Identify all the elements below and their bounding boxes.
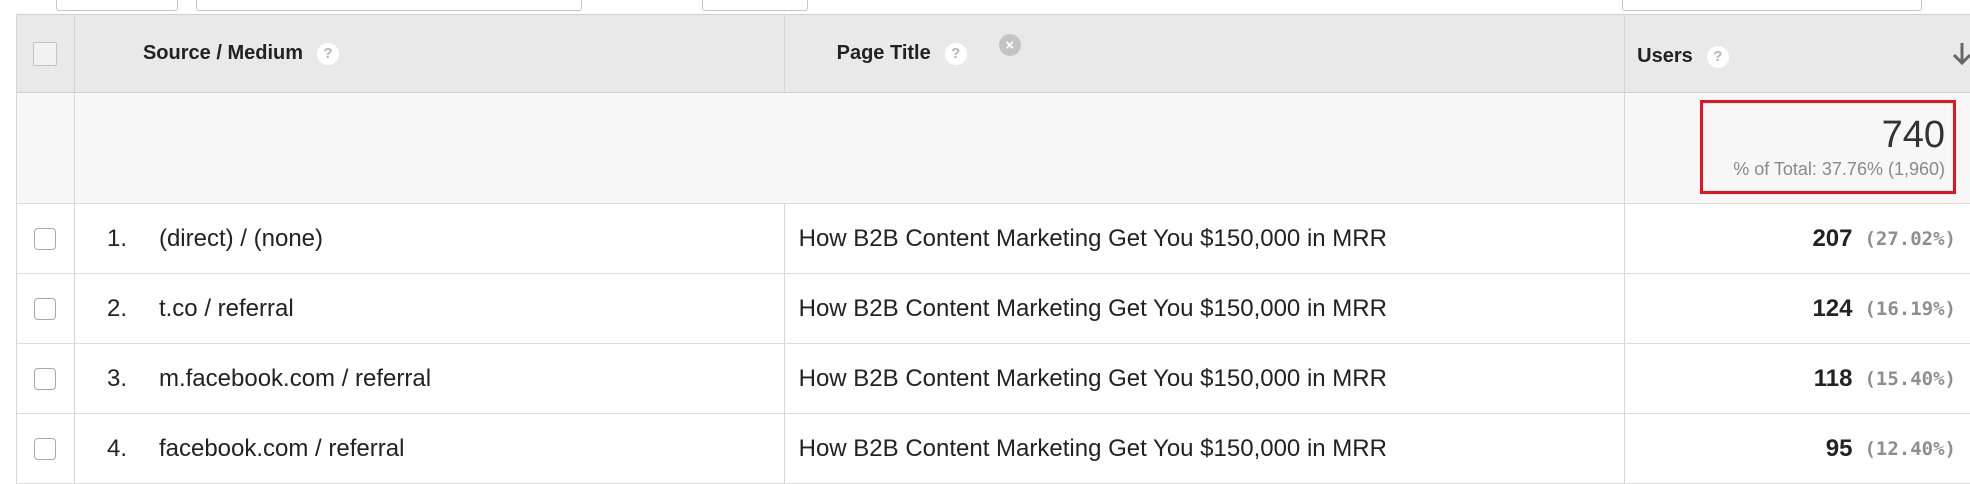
row-rank: 3. — [106, 364, 127, 392]
row-rank: 2. — [106, 294, 127, 322]
page-title-cell: How B2B Content Marketing Get You $150,0… — [785, 414, 1626, 483]
page-title-link[interactable]: How B2B Content Marketing Get You $150,0… — [799, 435, 1387, 463]
highlighted-total: 740 % of Total: 37.76% (1,960) — [1700, 100, 1956, 194]
header-page-title-label: Page Title — [836, 42, 931, 64]
toolbar-button[interactable] — [702, 0, 808, 11]
table-row: 2. t.co / referral How B2B Content Marke… — [16, 274, 1970, 344]
header-checkbox-cell — [17, 15, 75, 92]
source-medium-link[interactable]: (direct) / (none) — [159, 225, 323, 253]
row-rank: 4. — [106, 434, 127, 462]
source-medium-cell: 4. facebook.com / referral — [75, 414, 785, 483]
table-header: Source / Medium ? Page Title ? × Users ? — [16, 15, 1970, 93]
totals-check-cell — [17, 93, 75, 203]
users-cell: 207 (27.02%) — [1625, 204, 1970, 273]
page-title-link[interactable]: How B2B Content Marketing Get You $150,0… — [799, 365, 1387, 393]
page-title-cell: How B2B Content Marketing Get You $150,0… — [785, 344, 1626, 413]
users-value: 124 — [1812, 294, 1853, 322]
help-icon[interactable]: ? — [1706, 45, 1729, 68]
source-medium-link[interactable]: facebook.com / referral — [159, 435, 404, 463]
total-users-percent: % of Total: 37.76% (1,960) — [1733, 159, 1945, 179]
page-title-link[interactable]: How B2B Content Marketing Get You $150,0… — [799, 225, 1387, 253]
row-checkbox[interactable] — [34, 437, 57, 460]
header-users[interactable]: Users ? — [1625, 15, 1970, 92]
users-cell: 124 (16.19%) — [1625, 274, 1970, 343]
users-cell: 118 (15.40%) — [1625, 344, 1970, 413]
users-cell: 95 (12.40%) — [1625, 414, 1970, 483]
row-checkbox[interactable] — [34, 227, 57, 250]
report-table: Source / Medium ? Page Title ? × Users ?… — [16, 14, 1970, 484]
users-value: 118 — [1813, 364, 1853, 392]
page-title-cell: How B2B Content Marketing Get You $150,0… — [785, 274, 1626, 343]
source-medium-link[interactable]: t.co / referral — [159, 295, 294, 323]
page-title-cell: How B2B Content Marketing Get You $150,0… — [785, 204, 1626, 273]
header-source-medium-label: Source / Medium — [142, 42, 303, 64]
header-users-label: Users — [1637, 45, 1693, 67]
toolbar-search-field[interactable] — [196, 0, 582, 11]
users-value: 95 — [1825, 434, 1853, 462]
page-title-link[interactable]: How B2B Content Marketing Get You $150,0… — [799, 295, 1387, 323]
totals-title-cell — [785, 93, 1626, 203]
source-medium-cell: 2. t.co / referral — [75, 274, 785, 343]
toolbar-filter-field[interactable] — [1622, 0, 1922, 11]
help-icon[interactable]: ? — [317, 42, 339, 65]
row-rank: 1. — [106, 224, 127, 252]
source-medium-cell: 3. m.facebook.com / referral — [75, 344, 785, 413]
toolbar-dropdown[interactable] — [56, 0, 178, 11]
totals-source-cell — [75, 93, 785, 203]
totals-users-cell: 740 % of Total: 37.76% (1,960) — [1625, 93, 1970, 203]
toolbar-strip — [0, 0, 1970, 14]
header-source-medium[interactable]: Source / Medium ? — [75, 15, 785, 92]
sort-descending-icon[interactable] — [1950, 41, 1970, 67]
row-checkbox-cell — [17, 204, 75, 273]
header-page-title[interactable]: Page Title ? × — [785, 15, 1626, 92]
remove-dimension-icon[interactable]: × — [998, 34, 1021, 56]
help-icon[interactable]: ? — [944, 42, 967, 65]
table-row: 1. (direct) / (none) How B2B Content Mar… — [16, 204, 1970, 274]
totals-row: 740 % of Total: 37.76% (1,960) — [16, 93, 1970, 204]
source-medium-link[interactable]: m.facebook.com / referral — [159, 365, 431, 393]
total-users-value: 740 — [1881, 114, 1945, 156]
users-percent: (27.02%) — [1864, 227, 1956, 250]
row-checkbox-cell — [17, 274, 75, 343]
users-percent: (15.40%) — [1864, 367, 1956, 390]
row-checkbox[interactable] — [34, 367, 57, 390]
users-percent: (12.40%) — [1864, 437, 1956, 460]
select-all-checkbox[interactable] — [33, 41, 58, 66]
row-checkbox-cell — [17, 344, 75, 413]
row-checkbox-cell — [17, 414, 75, 483]
users-value: 207 — [1812, 224, 1853, 252]
table-row: 3. m.facebook.com / referral How B2B Con… — [16, 344, 1970, 414]
row-checkbox[interactable] — [34, 297, 57, 320]
users-percent: (16.19%) — [1864, 297, 1956, 320]
source-medium-cell: 1. (direct) / (none) — [75, 204, 785, 273]
